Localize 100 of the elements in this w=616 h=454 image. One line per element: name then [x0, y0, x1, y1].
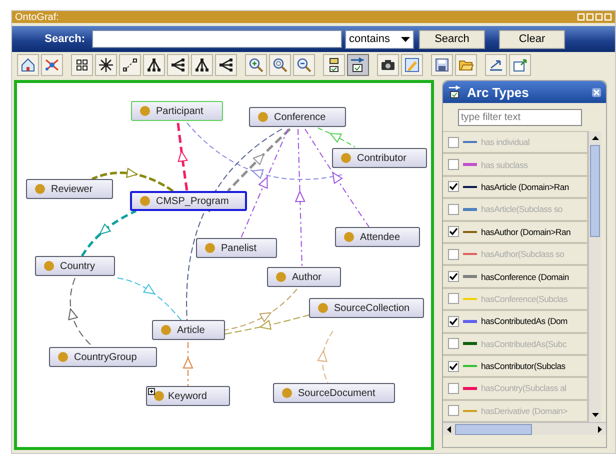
checkbox[interactable] [448, 159, 459, 170]
maximize-icon[interactable] [595, 13, 603, 21]
class-node[interactable]: Panelist [196, 238, 277, 258]
scroll-thumb[interactable] [590, 145, 600, 237]
arc-type-label: hasContributedAs (Dom [481, 316, 568, 326]
camera-icon [380, 57, 396, 73]
checkbox[interactable] [448, 382, 459, 394]
toolbar-button[interactable] [323, 54, 345, 76]
close-icon[interactable] [604, 13, 612, 21]
match-mode-dropdown[interactable]: contains [345, 30, 414, 48]
toolbar-button[interactable] [95, 54, 117, 76]
toolbar-button[interactable] [509, 54, 531, 76]
node-label: Panelist [221, 242, 257, 254]
edge-arrow [68, 278, 94, 348]
search-label: Search: [44, 33, 85, 45]
checkbox[interactable] [448, 248, 459, 260]
class-node[interactable]: CMSP_Program [130, 191, 247, 211]
filter-field[interactable]: type filter text [458, 109, 582, 126]
checkbox[interactable] [448, 338, 459, 350]
class-node[interactable]: SourceCollection [309, 298, 424, 318]
class-node[interactable]: Contributor [332, 148, 427, 168]
checkbox[interactable] [448, 204, 459, 215]
scroll-left-icon[interactable] [446, 426, 452, 432]
arc-type-label: hasArticle(Subclass so [481, 204, 562, 214]
restore-icon[interactable] [577, 13, 585, 21]
checkbox[interactable] [448, 226, 459, 238]
node-label: Attendee [360, 232, 400, 242]
toolbar-button[interactable] [119, 54, 141, 76]
checkbox[interactable] [448, 360, 459, 372]
toolbar-button[interactable] [431, 54, 453, 76]
tree-icon [194, 57, 210, 73]
class-dot-icon [276, 272, 286, 282]
edge-arrow [116, 278, 182, 320]
checkbox[interactable] [448, 316, 459, 327]
minimize-icon[interactable] [586, 13, 594, 21]
radial-layout-icon [98, 57, 114, 73]
checkbox[interactable] [448, 181, 459, 192]
checkbox[interactable] [448, 293, 459, 304]
arrow-checklist-icon [448, 85, 462, 99]
caret-icon [401, 36, 410, 42]
checkbox[interactable] [448, 405, 459, 416]
zoom-icon [272, 57, 288, 73]
expand-icon[interactable] [148, 388, 155, 395]
edge-arrow [182, 342, 194, 386]
node-label: CountryGroup [74, 352, 137, 362]
toolbar-button[interactable] [71, 54, 93, 76]
class-node[interactable]: Country [35, 256, 115, 276]
class-node[interactable]: Keyword [146, 386, 230, 406]
arc-type-item[interactable]: hasContributedAs (Dom [443, 310, 588, 333]
class-node[interactable]: Author [267, 267, 341, 287]
checkbox[interactable] [448, 136, 459, 148]
arc-type-label: hasConference (Domain [481, 272, 569, 282]
node-label: Keyword [168, 390, 207, 402]
search-field[interactable] [92, 30, 342, 48]
graph-canvas[interactable]: Participant Conference Contributor Reviewer CMSP_Program Panelist Attendee Country Author SourceCollection Article CountryGroup Keyword SourceDocument [14, 80, 434, 450]
node-label: SourceDocument [298, 388, 376, 398]
class-dot-icon [282, 388, 292, 398]
scatter-icon [44, 57, 60, 73]
class-dot-icon [140, 196, 150, 206]
close-icon[interactable] [592, 88, 601, 96]
arc-type-item[interactable]: hasContributor(Subclas [443, 354, 588, 378]
vertical-scrollbar[interactable] [588, 131, 601, 422]
class-node[interactable]: Article [152, 320, 225, 340]
class-dot-icon [205, 243, 215, 253]
toolbar-button[interactable] [377, 54, 399, 76]
node-label: Article [177, 324, 205, 336]
class-node[interactable]: Attendee [335, 227, 420, 247]
class-node[interactable]: Reviewer [26, 179, 113, 199]
arc-type-item[interactable]: hasArticle (Domain>Ran [443, 176, 588, 198]
scroll-right-icon[interactable] [597, 426, 603, 432]
toolbar-button[interactable] [143, 54, 165, 76]
class-node[interactable]: SourceDocument [273, 383, 395, 403]
arrow-checklist-icon [350, 57, 366, 73]
toolbar-button[interactable] [215, 54, 237, 76]
arc-type-label: hasAuthor (Domain>Ran [481, 226, 571, 237]
home-icon [20, 57, 36, 73]
class-dot-icon [44, 261, 54, 271]
arc-type-item[interactable]: hasConference (Domain [443, 265, 588, 288]
checkbox[interactable] [448, 271, 459, 282]
tree-icon [146, 57, 162, 73]
node-label: Reviewer [51, 184, 93, 194]
image-icon [404, 57, 420, 73]
edge-arrow [80, 210, 137, 257]
clear-button[interactable]: Clear [499, 30, 565, 48]
arc-type-label: hasCountry(Subclass al [481, 383, 566, 394]
horizontal-scrollbar[interactable] [443, 422, 606, 435]
arc-type-item[interactable]: hasAuthor (Domain>Ran [443, 220, 588, 243]
node-label: Author [292, 272, 322, 282]
arc-type-label: hasConference(Subclas [481, 294, 568, 304]
toolbar-button[interactable] [167, 54, 189, 76]
toolbar-button[interactable] [347, 54, 369, 76]
scroll-thumb[interactable] [455, 424, 532, 434]
class-dot-icon [140, 106, 150, 116]
class-node[interactable]: CountryGroup [49, 347, 157, 367]
class-node[interactable]: Conference [249, 107, 346, 127]
toolbar-button[interactable] [191, 54, 213, 76]
arc-type-label: hasArticle (Domain>Ran [481, 182, 569, 192]
search-button[interactable]: Search [419, 30, 485, 48]
save-icon [434, 57, 450, 73]
class-node[interactable]: Participant [131, 101, 223, 121]
